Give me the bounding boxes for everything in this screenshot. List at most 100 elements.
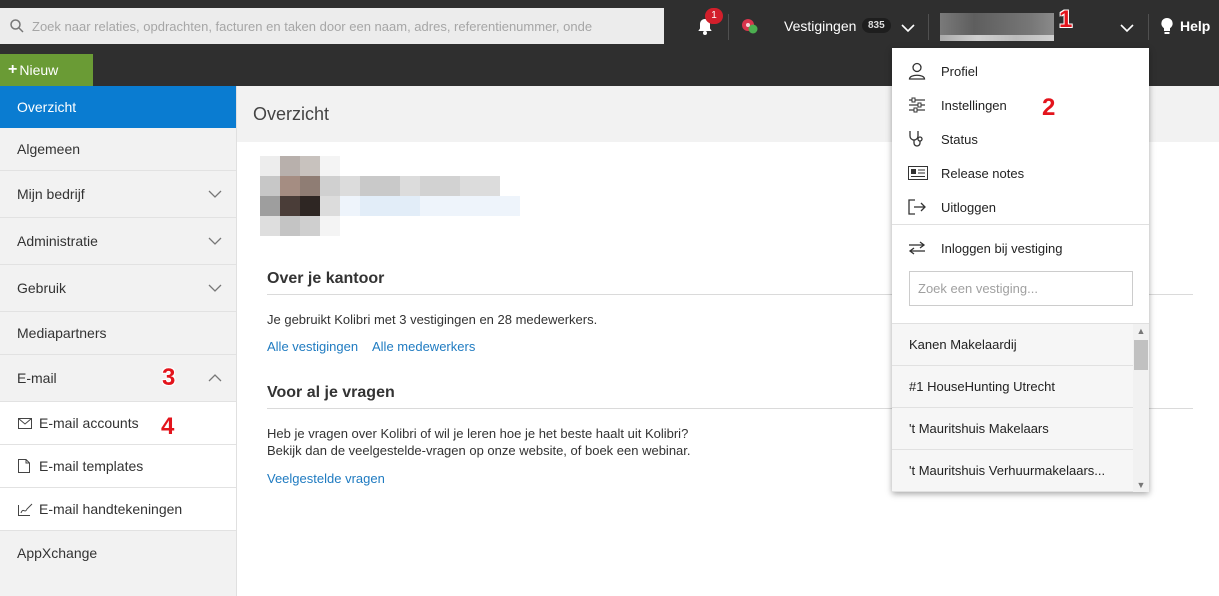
branch-item-label: 't Mauritshuis Makelaars	[909, 421, 1049, 436]
lightbulb-icon	[1161, 17, 1173, 34]
stethoscope-icon	[909, 131, 923, 147]
sidebar-item-overzicht[interactable]: Overzicht	[0, 86, 236, 128]
global-search[interactable]	[0, 8, 664, 44]
menu-item-label: Release notes	[941, 165, 1025, 181]
account-chevron-down-icon[interactable]	[1119, 20, 1135, 36]
sidebar-item-label: Gebruik	[17, 280, 67, 296]
scroll-down-arrow-icon[interactable]: ▼	[1136, 480, 1146, 490]
questions-text-line2: Bekijk dan de veelgestelde-vragen op onz…	[267, 443, 691, 458]
divider	[928, 14, 929, 40]
sidebar-item-algemeen[interactable]: Algemeen	[0, 128, 236, 171]
scroll-up-arrow-icon[interactable]: ▲	[1136, 326, 1146, 336]
annotation-marker-4: 4	[161, 413, 175, 440]
sidebar-item-label: AppXchange	[17, 544, 98, 561]
search-input[interactable]	[32, 18, 652, 34]
all-branches-link[interactable]: Alle vestigingen	[267, 339, 358, 354]
branch-item-label: Kanen Makelaardij	[909, 337, 1017, 352]
office-logo-blurred	[260, 156, 340, 236]
annotation-marker-2: 2	[1042, 94, 1056, 121]
menu-item-instellingen[interactable]: Instellingen	[892, 90, 1149, 120]
sidebar-subitem-email-templates[interactable]: E-mail templates	[0, 445, 236, 488]
sidebar-item-administratie[interactable]: Administratie	[0, 218, 236, 265]
annotation-marker-3: 3	[162, 364, 176, 391]
menu-item-profiel[interactable]: Profiel	[892, 56, 1149, 86]
signature-icon	[18, 503, 33, 516]
sidebar-item-mediapartners[interactable]: Mediapartners	[0, 312, 236, 355]
chevron-up-icon	[208, 374, 222, 382]
document-icon	[18, 459, 30, 473]
sidebar-item-label: Mediapartners	[17, 325, 107, 341]
newspaper-icon	[908, 166, 928, 180]
menu-item-label: Status	[941, 131, 978, 147]
sidebar-item-label: Mijn bedrijf	[17, 186, 85, 202]
notification-badge: 1	[705, 8, 723, 24]
sidebar-item-label: Overzicht	[17, 99, 77, 115]
section-title-office: Over je kantoor	[267, 270, 385, 287]
branch-list-scrollbar[interactable]: ▲ ▼	[1133, 324, 1149, 492]
sidebar-item-email[interactable]: E-mail	[0, 355, 236, 402]
office-summary-text: Je gebruikt Kolibri met 3 vestigingen en…	[267, 312, 598, 327]
branch-item-label: #1 HouseHunting Utrecht	[909, 379, 1055, 394]
logout-icon	[908, 199, 926, 215]
section-title-questions: Voor al je vragen	[267, 384, 395, 401]
user-icon	[908, 62, 926, 80]
sliders-icon	[909, 97, 925, 113]
questions-text-line1: Heb je vragen over Kolibri of wil je ler…	[267, 426, 689, 441]
switch-arrows-icon	[908, 241, 926, 255]
top-bar-inner: 1 Vestigingen 835 Help	[0, 8, 1219, 48]
menu-divider	[892, 224, 1149, 225]
chevron-down-icon	[208, 284, 222, 292]
menu-item-uitloggen[interactable]: Uitloggen	[892, 192, 1149, 222]
menu-item-label: Profiel	[941, 63, 978, 79]
sidebar: Overzicht Algemeen Mijn bedrijf Administ…	[0, 86, 237, 596]
help-button[interactable]: Help	[1160, 17, 1210, 35]
office-name-blurred	[340, 176, 520, 216]
account-dropdown-menu: Profiel Instellingen Status Release note…	[892, 48, 1149, 492]
sidebar-subitem-email-accounts[interactable]: E-mail accounts	[0, 402, 236, 445]
kolibri-app-icon[interactable]	[738, 15, 762, 37]
page-title: Overzicht	[253, 103, 330, 124]
menu-item-label: Inloggen bij vestiging	[941, 240, 1063, 256]
branch-item[interactable]: 't Mauritshuis Makelaars	[892, 408, 1133, 450]
sidebar-item-label: Administratie	[17, 233, 98, 249]
menu-item-status[interactable]: Status	[892, 124, 1149, 154]
chevron-down-icon[interactable]	[900, 20, 916, 36]
help-label: Help	[1180, 18, 1211, 34]
new-button-label: Nieuw	[19, 62, 59, 78]
sidebar-item-mijn-bedrijf[interactable]: Mijn bedrijf	[0, 171, 236, 218]
chevron-down-icon	[208, 237, 222, 245]
branch-search-input[interactable]	[909, 271, 1133, 306]
branch-item[interactable]: Kanen Makelaardij	[892, 324, 1133, 366]
branch-item[interactable]: #1 HouseHunting Utrecht	[892, 366, 1133, 408]
sidebar-subitem-label: E-mail accounts	[39, 415, 139, 431]
branch-item[interactable]: 't Mauritshuis Verhuurmakelaars...	[892, 450, 1133, 492]
divider	[1148, 14, 1149, 40]
search-icon	[10, 19, 24, 33]
sidebar-subitem-email-signatures[interactable]: E-mail handtekeningen	[0, 488, 236, 531]
all-employees-link[interactable]: Alle medewerkers	[372, 339, 475, 354]
branches-count-badge: 835	[862, 18, 891, 33]
sidebar-item-appxchange[interactable]: AppXchange	[0, 531, 236, 574]
annotation-marker-1: 1	[1059, 6, 1073, 33]
branch-item-label: 't Mauritshuis Verhuurmakelaars...	[909, 463, 1106, 478]
scrollbar-thumb[interactable]	[1134, 340, 1148, 370]
sidebar-subitem-label: E-mail templates	[39, 458, 144, 474]
branches-label[interactable]: Vestigingen	[784, 18, 856, 34]
envelope-icon	[18, 417, 32, 429]
chevron-down-icon	[208, 190, 222, 198]
faq-link[interactable]: Veelgestelde vragen	[267, 471, 385, 486]
divider	[728, 14, 729, 40]
account-name-blurred[interactable]	[940, 13, 1054, 41]
sidebar-item-label: Algemeen	[17, 141, 81, 157]
menu-item-label: Uitloggen	[941, 199, 996, 215]
menu-item-label: Instellingen	[941, 97, 1007, 113]
sidebar-item-gebruik[interactable]: Gebruik	[0, 265, 236, 312]
sidebar-item-label: E-mail	[17, 370, 57, 386]
menu-item-login-branch[interactable]: Inloggen bij vestiging	[892, 233, 1149, 263]
branch-list: Kanen Makelaardij #1 HouseHunting Utrech…	[892, 324, 1149, 492]
menu-item-release-notes[interactable]: Release notes	[892, 158, 1149, 188]
sidebar-subitem-label: E-mail handtekeningen	[39, 501, 183, 517]
plus-icon: +	[8, 61, 18, 78]
email-submenu: E-mail accounts E-mail templates E-mail …	[0, 402, 236, 531]
new-button[interactable]: + Nieuw	[0, 54, 93, 86]
